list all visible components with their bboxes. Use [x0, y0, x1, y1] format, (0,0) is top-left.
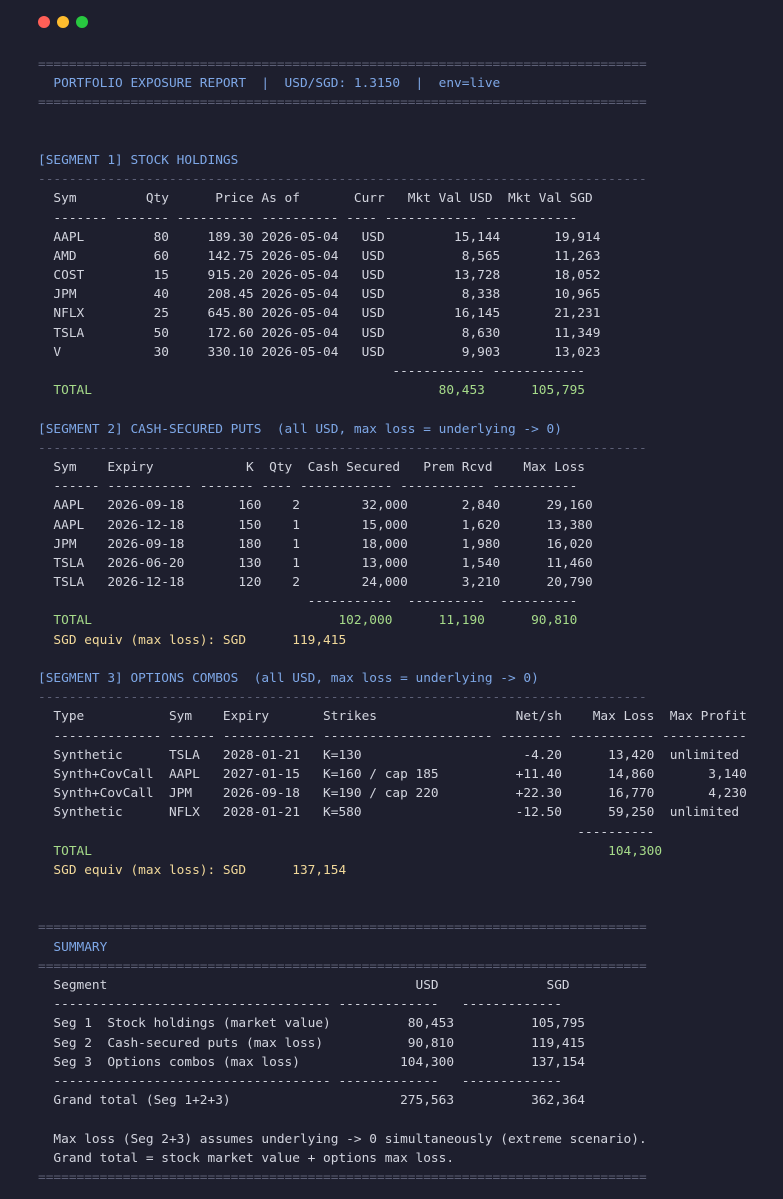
output-line: Synthetic TSLA 2028-01-21 K=130 -4.20 13…: [38, 747, 740, 763]
output-line: V 30 330.10 2026-05-04 USD 9,903 13,023: [38, 344, 601, 360]
output-line: Sym Expiry K Qty Cash Secured Prem Rcvd …: [38, 459, 586, 475]
section-heading: SUMMARY: [38, 939, 108, 955]
output-line: AMD 60 142.75 2026-05-04 USD 8,565 11,26…: [38, 248, 601, 264]
total-line: TOTAL 80,453 105,795: [38, 383, 586, 399]
maximize-button[interactable]: [76, 16, 88, 28]
output-line: Sym Qty Price As of Curr Mkt Val USD Mkt…: [38, 191, 593, 207]
output-line: Type Sym Expiry Strikes Net/sh Max Loss …: [38, 709, 747, 725]
output-line: Synthetic NFLX 2028-01-21 K=580 -12.50 5…: [38, 805, 740, 821]
rule-line: ========================================…: [38, 95, 647, 111]
window-controls: [38, 16, 88, 28]
section-heading: [SEGMENT 1] STOCK HOLDINGS: [38, 152, 239, 168]
terminal-output: ========================================…: [38, 55, 778, 1187]
output-line: ------------------------------------ ---…: [38, 1073, 562, 1089]
output-line: Grand total = stock market value + optio…: [38, 1150, 455, 1166]
output-line: Synth+CovCall JPM 2026-09-18 K=190 / cap…: [38, 786, 747, 802]
output-line: TSLA 50 172.60 2026-05-04 USD 8,630 11,3…: [38, 325, 601, 341]
rule-line: ----------------------------------------…: [38, 690, 647, 706]
output-line: ------ ----------- ------- ---- --------…: [38, 479, 578, 495]
output-line: AAPL 2026-12-18 150 1 15,000 1,620 13,38…: [38, 517, 593, 533]
output-line: TSLA 2026-06-20 130 1 13,000 1,540 11,46…: [38, 555, 593, 571]
output-line: ----------- ---------- ----------: [38, 594, 578, 610]
output-line: JPM 40 208.45 2026-05-04 USD 8,338 10,96…: [38, 287, 601, 303]
section-heading: [SEGMENT 3] OPTIONS COMBOS (all USD, max…: [38, 671, 539, 686]
total-line: TOTAL 102,000 11,190 90,810: [38, 613, 578, 629]
sgd-equiv-line: SGD equiv (max loss): SGD 119,415: [38, 632, 347, 648]
section-heading: PORTFOLIO EXPOSURE REPORT | USD/SGD: 1.3…: [38, 76, 501, 92]
section-heading: [SEGMENT 2] CASH-SECURED PUTS (all USD, …: [38, 421, 562, 437]
rule-line: ----------------------------------------…: [38, 172, 647, 188]
close-button[interactable]: [38, 16, 50, 28]
sgd-equiv-line: SGD equiv (max loss): SGD 137,154: [38, 862, 347, 878]
output-line: AAPL 2026-09-18 160 2 32,000 2,840 29,16…: [38, 498, 593, 514]
rule-line: ========================================…: [38, 958, 647, 974]
output-line: Seg 3 Options combos (max loss) 104,300 …: [38, 1054, 586, 1070]
rule-line: ----------------------------------------…: [38, 440, 647, 456]
output-line: ------- ------- ---------- ---------- --…: [38, 210, 578, 226]
output-line: Grand total (Seg 1+2+3) 275,563 362,364: [38, 1093, 586, 1109]
output-line: Synth+CovCall AAPL 2027-01-15 K=160 / ca…: [38, 766, 747, 782]
output-line: ------------ ------------: [38, 364, 586, 379]
minimize-button[interactable]: [57, 16, 69, 28]
output-line: -------------- ------ ------------ -----…: [38, 728, 747, 744]
output-line: Max loss (Seg 2+3) assumes underlying ->…: [38, 1131, 647, 1147]
total-line: TOTAL 104,300: [38, 843, 663, 859]
output-line: ----------: [38, 824, 655, 840]
output-line: TSLA 2026-12-18 120 2 24,000 3,210 20,79…: [38, 575, 593, 591]
rule-line: ========================================…: [38, 1169, 647, 1185]
rule-line: ========================================…: [38, 920, 647, 936]
output-line: AAPL 80 189.30 2026-05-04 USD 15,144 19,…: [38, 229, 601, 245]
output-line: ------------------------------------ ---…: [38, 997, 562, 1013]
output-line: Segment USD SGD: [38, 978, 570, 993]
output-line: Seg 2 Cash-secured puts (max loss) 90,81…: [38, 1035, 586, 1051]
output-line: JPM 2026-09-18 180 1 18,000 1,980 16,020: [38, 536, 593, 552]
output-line: COST 15 915.20 2026-05-04 USD 13,728 18,…: [38, 268, 601, 284]
rule-line: ========================================…: [38, 57, 647, 72]
output-line: NFLX 25 645.80 2026-05-04 USD 16,145 21,…: [38, 306, 601, 322]
output-line: Seg 1 Stock holdings (market value) 80,4…: [38, 1016, 586, 1032]
